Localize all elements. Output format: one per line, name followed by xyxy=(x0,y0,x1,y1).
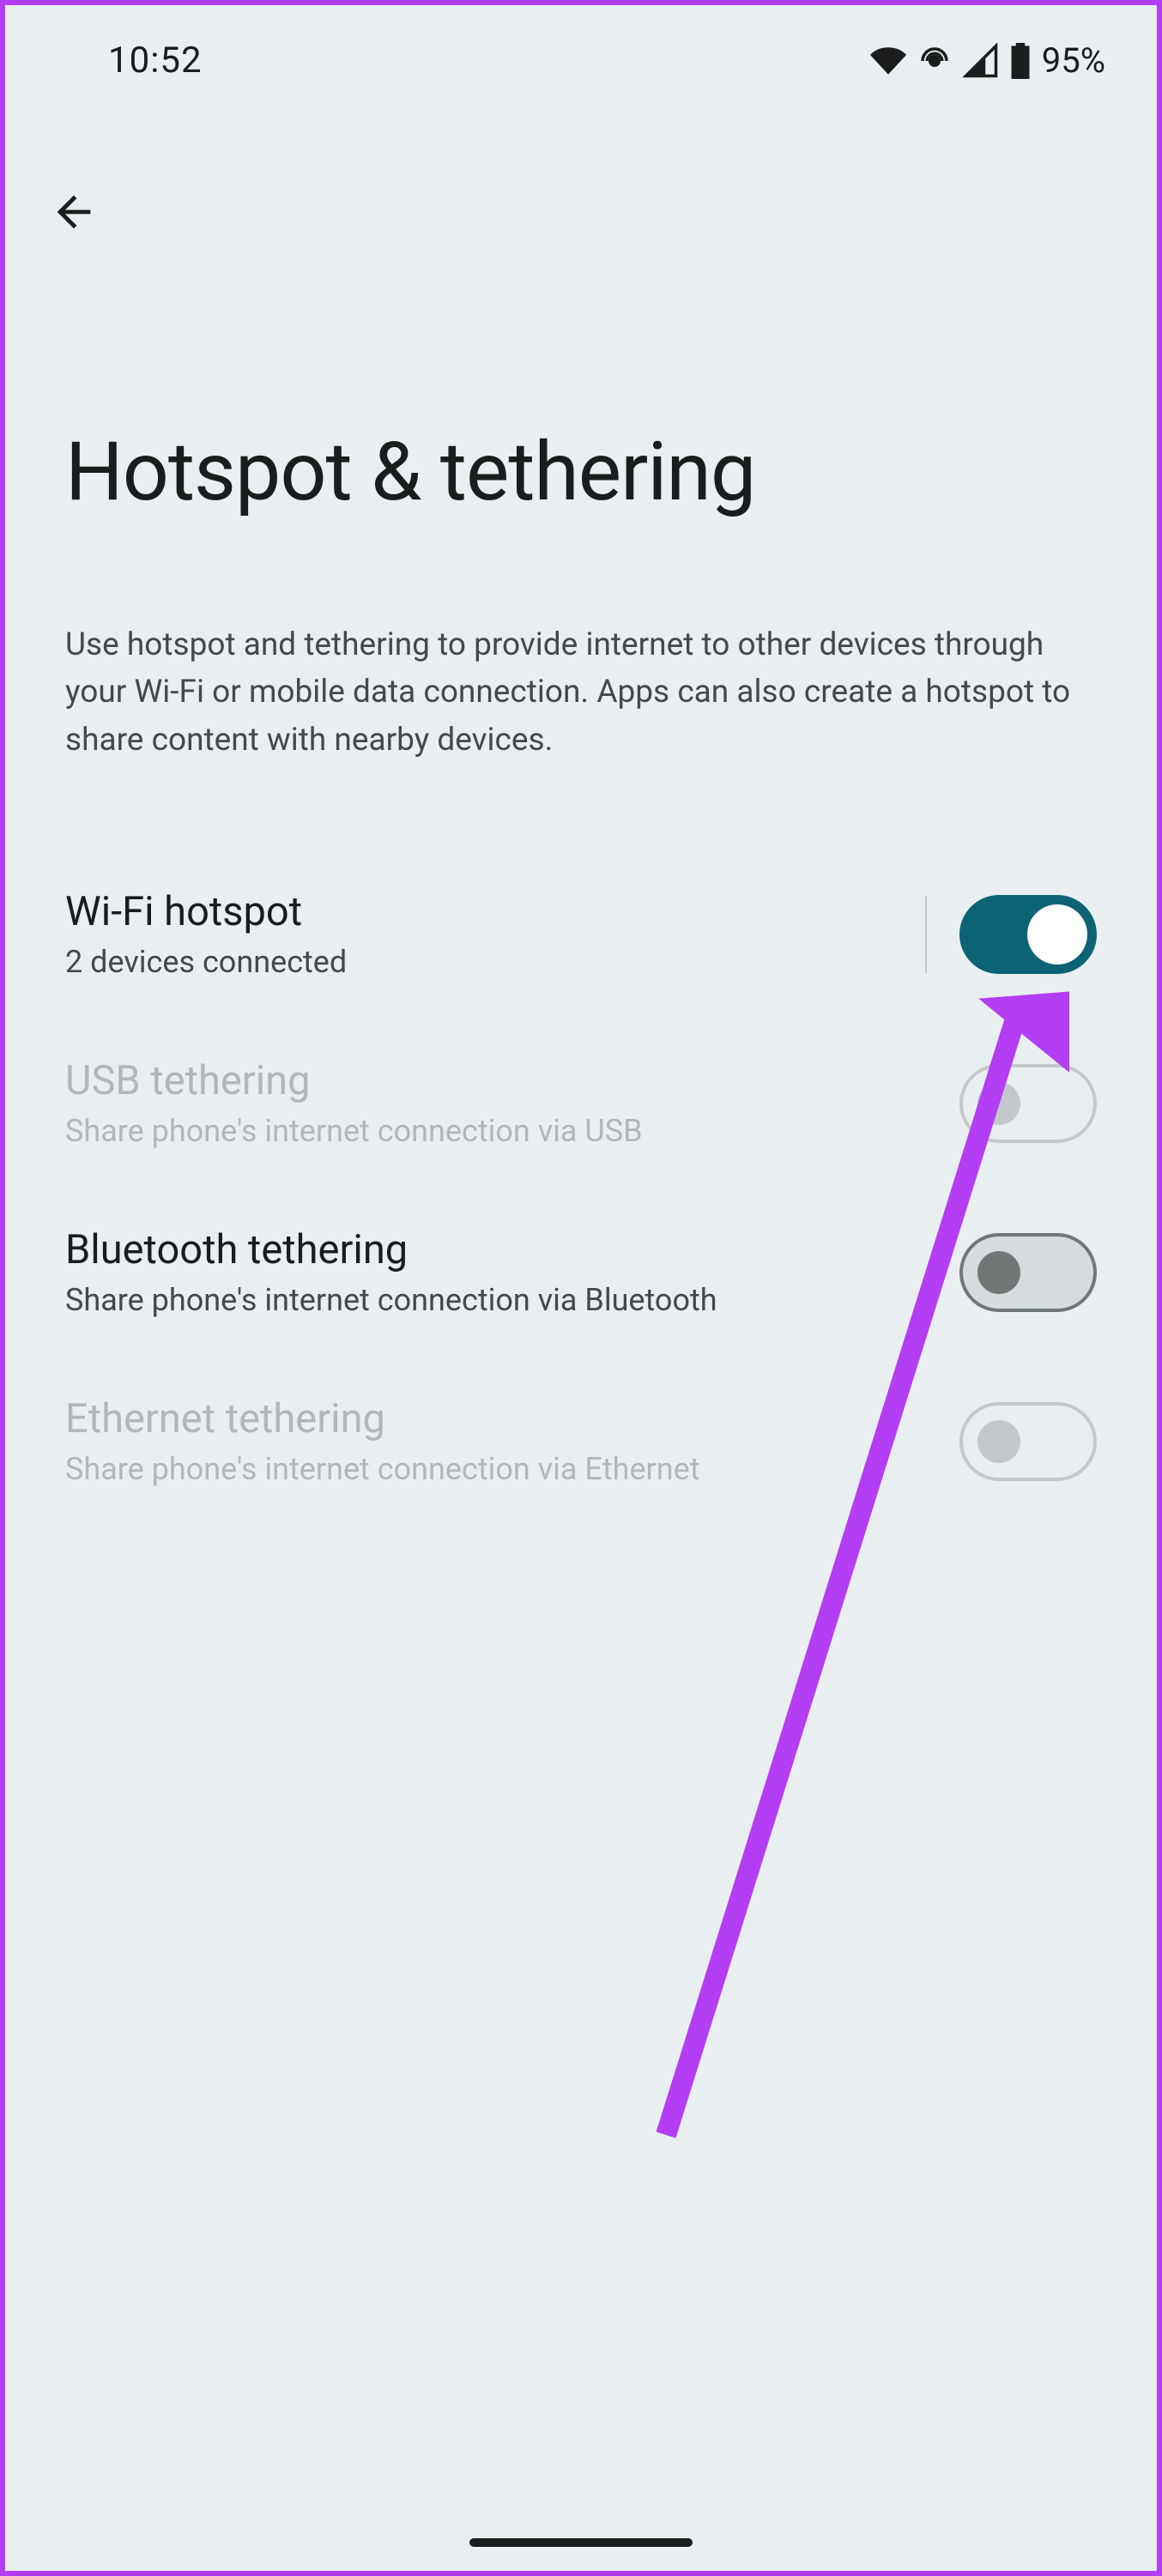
setting-subtitle: 2 devices connected xyxy=(65,944,908,980)
ethernet-tethering-toggle xyxy=(959,1402,1097,1481)
setting-text: Wi-Fi hotspot 2 devices connected xyxy=(65,888,908,980)
setting-title: Wi-Fi hotspot xyxy=(65,888,908,935)
page-title: Hotspot & tethering xyxy=(65,428,1097,518)
wifi-icon xyxy=(870,43,906,79)
setting-subtitle: Share phone's internet connection via US… xyxy=(65,1113,959,1149)
usb-tethering-toggle xyxy=(959,1064,1097,1143)
back-button[interactable] xyxy=(46,184,101,239)
divider xyxy=(925,896,927,973)
status-right: 95% xyxy=(870,40,1105,81)
setting-bluetooth-tethering[interactable]: Bluetooth tethering Share phone's intern… xyxy=(5,1188,1157,1357)
nav-handle[interactable] xyxy=(469,2538,693,2547)
setting-usb-tethering: USB tethering Share phone's internet con… xyxy=(5,1019,1157,1188)
setting-text: Bluetooth tethering Share phone's intern… xyxy=(65,1226,959,1318)
setting-subtitle: Share phone's internet connection via Et… xyxy=(65,1451,959,1487)
bluetooth-tethering-toggle[interactable] xyxy=(959,1233,1097,1312)
clock: 10:52 xyxy=(108,39,203,82)
toggle-thumb xyxy=(977,1251,1020,1294)
settings-list: Wi-Fi hotspot 2 devices connected USB te… xyxy=(5,850,1157,1526)
signal-icon xyxy=(963,43,999,79)
setting-title: Ethernet tethering xyxy=(65,1395,959,1442)
setting-text: USB tethering Share phone's internet con… xyxy=(65,1057,959,1149)
setting-subtitle: Share phone's internet connection via Bl… xyxy=(65,1282,959,1318)
setting-title: USB tethering xyxy=(65,1057,959,1104)
battery-icon xyxy=(1009,43,1032,79)
setting-ethernet-tethering: Ethernet tethering Share phone's interne… xyxy=(5,1357,1157,1526)
toggle-thumb xyxy=(977,1420,1020,1463)
toggle-thumb xyxy=(977,1082,1020,1125)
hotspot-icon xyxy=(917,43,953,79)
setting-wifi-hotspot[interactable]: Wi-Fi hotspot 2 devices connected xyxy=(5,850,1157,1019)
setting-text: Ethernet tethering Share phone's interne… xyxy=(65,1395,959,1487)
toggle-thumb xyxy=(1027,904,1087,964)
battery-percentage: 95% xyxy=(1042,40,1105,81)
page-description: Use hotspot and tethering to provide int… xyxy=(65,621,1097,765)
status-bar: 10:52 95% xyxy=(5,5,1157,99)
wifi-hotspot-toggle[interactable] xyxy=(959,895,1097,974)
setting-title: Bluetooth tethering xyxy=(65,1226,959,1273)
